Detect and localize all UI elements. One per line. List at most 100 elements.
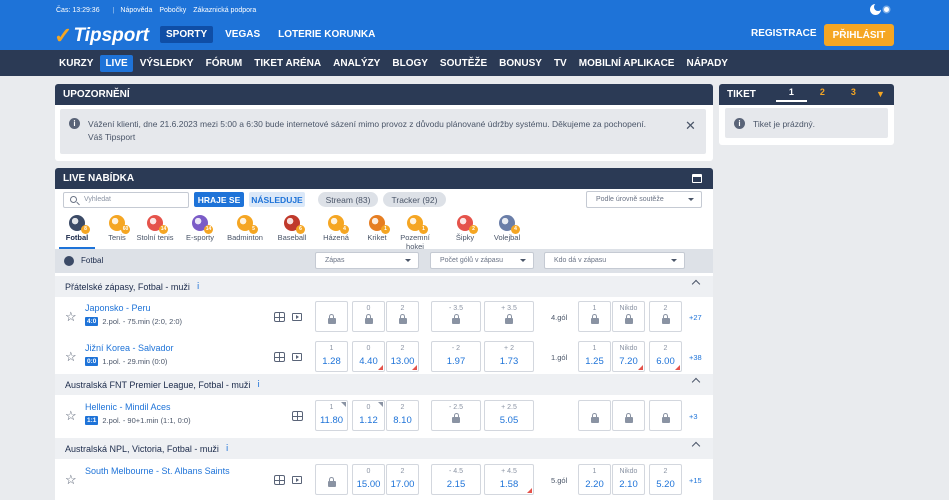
nav2-analyzy[interactable]: ANALÝZY [328, 55, 385, 72]
odds-button[interactable]: 2 [386, 301, 419, 332]
theme-toggle[interactable] [870, 3, 889, 15]
odds-button[interactable]: - 2 1.97 [431, 341, 481, 372]
stream-icon[interactable] [292, 353, 302, 361]
match-name[interactable]: Japonsko - Peru [85, 303, 151, 313]
odds-button[interactable]: 1 1.28 [315, 341, 348, 372]
odds-button[interactable]: 0 1.12 [352, 400, 385, 431]
odds-button[interactable]: 1 11.80 [315, 400, 348, 431]
odds-button[interactable]: + 3.5 [484, 301, 534, 332]
sport-tab-9[interactable]: 2 Šipky [443, 215, 487, 242]
odds-button[interactable]: 1 [578, 301, 611, 332]
calendar-icon[interactable] [692, 174, 702, 183]
chevron-up-icon[interactable] [691, 377, 701, 387]
star-icon[interactable]: ☆ [65, 472, 77, 488]
star-icon[interactable]: ☆ [65, 408, 77, 424]
ticket-tab-2[interactable]: 2 [807, 87, 838, 102]
nav2-mobilni-aplikace[interactable]: MOBILNÍ APLIKACE [574, 55, 680, 72]
odds-button[interactable]: 0 4.40 [352, 341, 385, 372]
sport-tab-8[interactable]: 1 Pozemní hokej [393, 215, 437, 251]
odds-button[interactable]: Nikdo 7.20 [612, 341, 645, 372]
stats-icon[interactable] [274, 312, 285, 322]
nav2-bonusy[interactable]: BONUSY [494, 55, 547, 72]
match-name[interactable]: Hellenic - Mindil Aces [85, 402, 171, 412]
competition-header[interactable]: Přátelské zápasy, Fotbal - muži ⅰ [55, 276, 713, 297]
ticket-tab-3[interactable]: 3 [838, 87, 869, 102]
match-name[interactable]: South Melbourne - St. Albans Saints [85, 466, 230, 476]
odds-button[interactable]: + 2.5 5.05 [484, 400, 534, 431]
odds-button[interactable]: + 4.5 1.58 [484, 464, 534, 495]
odds-button[interactable] [315, 464, 348, 495]
stats-icon[interactable] [274, 475, 285, 485]
support-link[interactable]: Zákaznická podpora [193, 7, 256, 14]
nav-sporty[interactable]: SPORTY [160, 26, 214, 43]
stream-filter[interactable]: Stream (83) [318, 192, 378, 207]
odds-button[interactable]: 2 5.20 [649, 464, 682, 495]
odds-button[interactable]: 0 [352, 301, 385, 332]
nav2-blogy[interactable]: BLOGY [387, 55, 433, 72]
more-markets-link[interactable]: +27 [689, 313, 702, 322]
odds-button[interactable]: - 2.5 [431, 400, 481, 431]
sport-tab-6[interactable]: 4 Házená [314, 215, 358, 242]
chevron-up-icon[interactable] [691, 279, 701, 289]
nav2-vysledky[interactable]: VÝSLEDKY [135, 55, 199, 72]
sport-tab-3[interactable]: 14 E-sporty [178, 215, 222, 242]
chevron-up-icon[interactable] [691, 441, 701, 451]
filter-scorer[interactable]: Kdo dá v zápasu [544, 252, 685, 269]
star-icon[interactable]: ☆ [65, 349, 77, 365]
odds-button[interactable] [649, 400, 682, 431]
register-button[interactable]: REGISTRACE [751, 28, 817, 39]
more-markets-link[interactable]: +15 [689, 476, 702, 485]
odds-button[interactable]: 2 13.00 [386, 341, 419, 372]
search-input[interactable]: Vyhledat [63, 192, 189, 208]
nav-vegas[interactable]: VEGAS [219, 26, 266, 43]
stream-icon[interactable] [292, 476, 302, 484]
nav2-kurzy[interactable]: KURZY [54, 55, 98, 72]
branches-link[interactable]: Pobočky [159, 7, 186, 14]
ticket-tab-1[interactable]: 1 [775, 87, 807, 102]
login-button[interactable]: PŘIHLÁSIT [824, 24, 894, 46]
sport-tab-0[interactable]: 8 Fotbal [55, 215, 99, 249]
nav2-forum[interactable]: FÓRUM [201, 55, 248, 72]
odds-button[interactable]: 2 6.00 [649, 341, 682, 372]
sport-tab-4[interactable]: 5 Badminton [223, 215, 267, 242]
match-name[interactable]: Jižní Korea - Salvador [85, 343, 174, 353]
odds-button[interactable]: 0 15.00 [352, 464, 385, 495]
odds-button[interactable]: Nikdo 2.10 [612, 464, 645, 495]
tab-hraje-se[interactable]: HRAJE SE [194, 192, 244, 207]
competition-header[interactable]: Australská NPL, Victoria, Fotbal - muži ⅰ [55, 438, 713, 459]
filter-goals[interactable]: Počet gólů v zápasu [430, 252, 534, 269]
more-markets-link[interactable]: +3 [689, 412, 698, 421]
odds-button[interactable]: - 3.5 [431, 301, 481, 332]
nav2-napady[interactable]: NÁPADY [681, 55, 732, 72]
odds-button[interactable]: - 4.5 2.15 [431, 464, 481, 495]
sport-tab-5[interactable]: 6 Baseball [270, 215, 314, 242]
star-icon[interactable]: ☆ [65, 309, 77, 325]
stream-icon[interactable] [292, 313, 302, 321]
tipsport-logo[interactable]: ✓ Tipsport [54, 23, 149, 49]
sport-tab-10[interactable]: 4 Volejbal [485, 215, 529, 242]
nav2-souteze[interactable]: SOUTĚŽE [435, 55, 492, 72]
close-icon[interactable]: ✕ [685, 118, 696, 134]
pin-icon[interactable]: ▼ [876, 89, 885, 99]
odds-button[interactable]: 2 [649, 301, 682, 332]
odds-button[interactable]: 1 1.25 [578, 341, 611, 372]
stats-icon[interactable] [292, 411, 303, 421]
filter-zapas[interactable]: Zápas [315, 252, 419, 269]
sport-tab-2[interactable]: 14 Stolní tenis [133, 215, 177, 242]
stats-icon[interactable] [274, 352, 285, 362]
nav2-tv[interactable]: TV [549, 55, 572, 72]
nav-loterie[interactable]: LOTERIE KORUNKA [272, 26, 381, 43]
competition-header[interactable]: Australská FNT Premier League, Fotbal - … [55, 374, 713, 395]
nav2-tiket-arena[interactable]: TIKET ARÉNA [249, 55, 326, 72]
odds-button[interactable] [315, 301, 348, 332]
tab-nasleduje[interactable]: NÁSLEDUJE [249, 192, 305, 207]
more-markets-link[interactable]: +38 [689, 353, 702, 362]
help-link[interactable]: Nápověda [120, 7, 152, 14]
odds-button[interactable] [612, 400, 645, 431]
odds-button[interactable]: 2 8.10 [386, 400, 419, 431]
nav2-live[interactable]: LIVE [100, 54, 133, 72]
odds-button[interactable]: Nikdo [612, 301, 645, 332]
odds-button[interactable] [578, 400, 611, 431]
odds-button[interactable]: 1 2.20 [578, 464, 611, 495]
odds-button[interactable]: + 2 1.73 [484, 341, 534, 372]
